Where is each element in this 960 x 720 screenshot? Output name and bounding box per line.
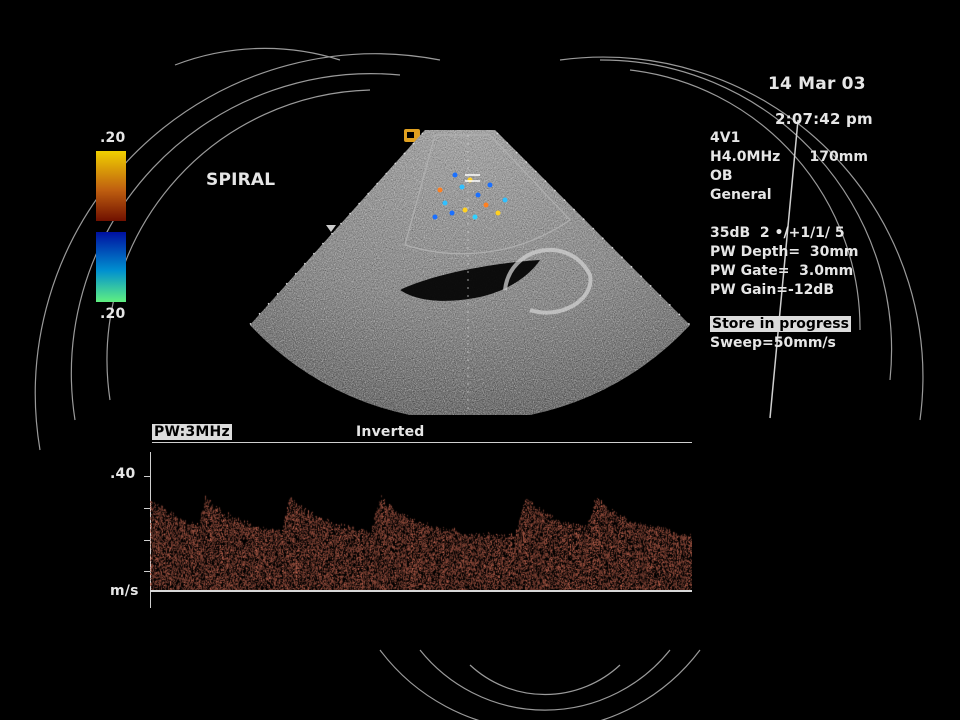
- doppler-mode-badge: PW:3MHz: [152, 424, 232, 440]
- frequency-depth-label: H4.0MHz 170mm: [710, 149, 868, 165]
- settings-panel: 4V1 H4.0MHz 170mm OB General 35dB 2 •/+1…: [710, 129, 868, 353]
- time-label: 2:07:42 pm: [775, 110, 873, 128]
- ultrasound-sector-image: [244, 130, 696, 415]
- sweep-speed-label: Sweep=50mm/s: [710, 335, 836, 351]
- pw-depth-label: PW Depth= 30mm: [710, 244, 859, 260]
- pw-gain-label: PW Gain=-12dB: [710, 282, 834, 298]
- color-scale-negative-bar: [96, 232, 126, 302]
- doppler-baseline: [150, 590, 692, 592]
- doppler-scale-top: .40: [110, 466, 136, 482]
- store-status-badge: Store in progress: [710, 316, 851, 332]
- doppler-orientation-label: Inverted: [356, 424, 425, 440]
- preset-label: General: [710, 187, 772, 203]
- doppler-spectrum: [150, 455, 692, 607]
- doppler-top-line: [152, 442, 692, 443]
- probe-label: 4V1: [710, 130, 741, 146]
- exam-type-label: OB: [710, 168, 733, 184]
- color-scale-bottom-value: .20: [100, 306, 126, 322]
- focus-marker-icon: [326, 225, 336, 232]
- gain-label: 35dB 2 •/+1/1/ 5: [710, 225, 845, 241]
- pw-gate-label: PW Gate= 3.0mm: [710, 263, 854, 279]
- date-label: 14 Mar 03: [768, 74, 866, 94]
- settings-spacer: [710, 205, 868, 224]
- color-scale-top-value: .20: [100, 130, 126, 146]
- doppler-unit-label: m/s: [110, 583, 139, 599]
- color-scale-positive-bar: [96, 151, 126, 221]
